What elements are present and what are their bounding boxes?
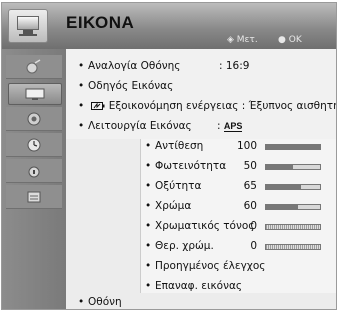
setting-label: Οξύτητα [155,180,202,192]
setting-label: Θερ. χρώμ. [155,240,214,252]
sidebar-item-options[interactable] [6,186,62,208]
signal-icon [26,59,41,74]
move-hint-label: Μετ. [236,35,258,45]
picture-mode-value: : APS [217,120,243,132]
setting-value: 100 [237,140,258,152]
picture-settings-panel: • Αντίθεση 100 • Φωτεινότητα 50 • Οξύτητα 6… [66,139,336,309]
picture-icon [25,88,45,100]
setting-label: Αντίθεση [155,140,204,152]
ok-hint: ● OK [278,35,302,45]
menu-item-picture-mode[interactable]: • Λειτουργία Εικόνας [78,120,192,132]
setting-label: Φωτεινότητα [155,160,227,172]
energy-saving-icon [91,102,105,110]
sidebar-item-time[interactable] [6,134,62,156]
sidebar-item-lock[interactable] [6,160,62,182]
sidebar-item-signal[interactable] [6,56,62,78]
menu-item-picture-wizard[interactable]: • Οδηγός Εικόνας [78,80,173,92]
setting-slider[interactable] [265,204,321,210]
setting-row[interactable]: • Θερ. χρώμ. [145,240,214,252]
ok-dot-icon: ● [278,35,286,45]
menu-item-aspect-ratio[interactable]: • Αναλογία Οθόνης [78,60,180,72]
picture-wizard-label: Οδηγός Εικόνας [88,80,174,92]
setting-value: 60 [243,200,257,212]
move-hint: ◈ Μετ. [227,35,258,45]
setting-row[interactable]: • Αντίθεση [145,140,203,152]
menu-header: ΕΙΚΟΝΑ ◈ Μετ. ● OK [2,3,336,49]
menu-item-advanced-control[interactable]: • Προηγμένος έλεγχος [145,260,265,272]
picture-reset-label: Επαναφ. εικόνας [155,280,243,292]
picture-mode-label: Λειτουργία Εικόνας [88,120,192,132]
menu-content: • Αναλογία Οθόνης : 16:9 • Οδηγός Εικόνας … [66,49,337,309]
setting-slider[interactable] [265,164,321,170]
tv-picture-icon [8,9,48,43]
ok-hint-label: OK [288,35,302,45]
options-icon [27,191,41,203]
setting-slider[interactable] [265,184,321,190]
energy-saving-label: Εξοικονόμηση ενέργειας : Έξυπνος αισθητή… [108,100,337,112]
setting-value: 0 [250,240,257,252]
clock-icon [27,138,41,152]
menu-item-energy-saving[interactable]: • Εξοικονόμηση ενέργειας : Έξυπνος αισθη… [78,100,337,112]
advanced-control-label: Προηγμένος έλεγχος [155,260,266,272]
navigate-icon: ◈ [227,35,234,45]
aps-logo: APS [223,121,243,132]
picture-menu-window: ΕΙΚΟΝΑ ◈ Μετ. ● OK • Αναλογία Οθόνης: 1… [1,2,337,310]
setting-label: Χρώμα [155,200,192,212]
menu-item-screen[interactable]: • Οθόνη [78,296,122,308]
menu-title: ΕΙΚΟΝΑ [66,13,135,32]
setting-slider[interactable] [265,244,321,250]
setting-value: 50 [243,160,257,172]
setting-value: 0 [250,220,257,232]
aspect-ratio-value: : 16:9 [219,60,250,72]
screen-label: Οθόνη [88,296,122,308]
menu-item-picture-reset[interactable]: • Επαναφ. εικόνας [145,280,242,292]
picture-mode-colon: : [217,120,221,132]
setting-row[interactable]: • Χρώμα [145,200,191,212]
audio-icon [27,112,41,126]
settings-list: • Αντίθεση 100 • Φωτεινότητα 50 • Οξύτητα 6… [140,139,336,293]
setting-slider[interactable] [265,224,321,230]
sidebar [2,49,66,309]
aspect-ratio-label: Αναλογία Οθόνης [88,60,181,72]
setting-row[interactable]: • Φωτεινότητα [145,160,226,172]
setting-value: 65 [243,180,257,192]
setting-slider[interactable] [265,144,321,150]
sidebar-item-picture[interactable] [8,83,62,105]
sidebar-item-audio[interactable] [6,108,62,130]
setting-row[interactable]: • Οξύτητα [145,180,201,192]
lock-icon [28,166,40,178]
